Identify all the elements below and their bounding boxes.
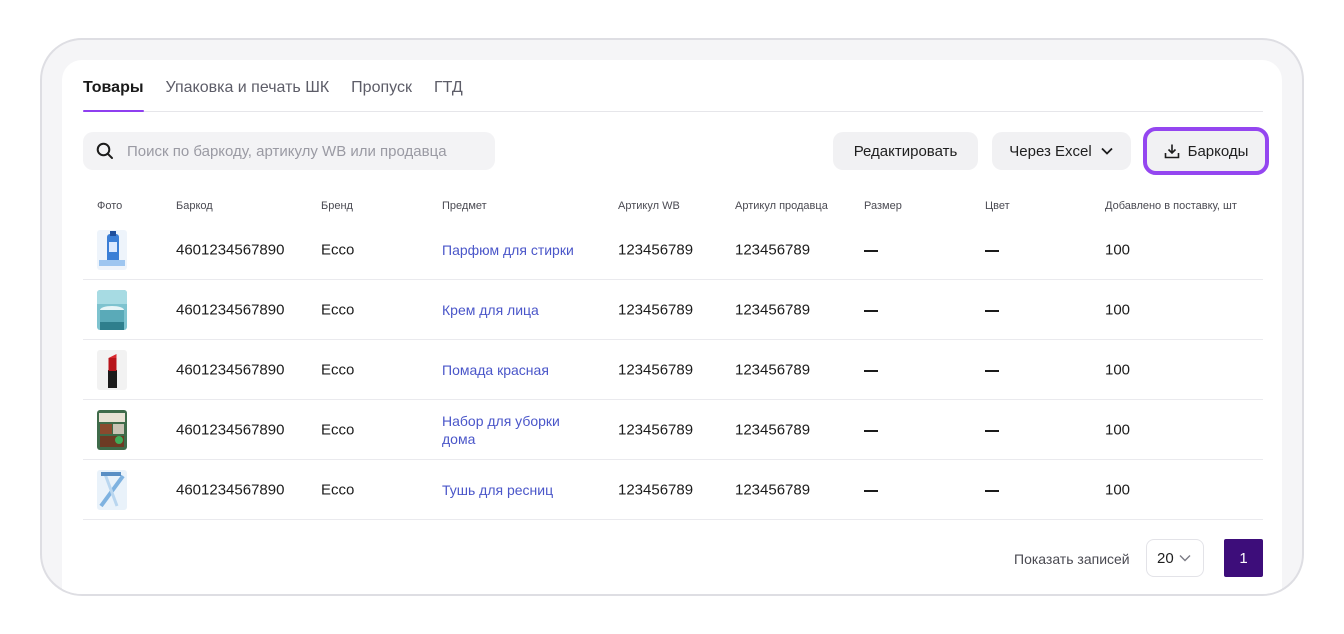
cell-article-seller: 123456789 [735,421,811,438]
cell-color-empty [985,369,999,372]
cell-size-empty [864,429,878,432]
product-photo [97,289,127,330]
chevron-down-icon [1178,551,1192,565]
cell-article-seller: 123456789 [735,481,811,498]
cell-barcode: 4601234567890 [176,421,285,438]
col-qty: Добавлено в поставку, шт [1105,200,1237,212]
cell-article-seller: 123456789 [735,301,811,318]
tabs-bar: Товары Упаковка и печать ШК Пропуск ГТД [83,60,1263,112]
page-size-select[interactable]: 20 [1146,539,1204,577]
cell-article-seller: 123456789 [735,241,811,258]
page-size-label: Показать записей [1014,551,1130,567]
product-photo [97,409,127,450]
cell-brand: Ecco [321,481,355,498]
col-barcode: Баркод [176,200,213,212]
cell-color-empty [985,309,999,312]
tab-gtd[interactable]: ГТД [434,59,463,111]
supply-card: Товары Упаковка и печать ШК Пропуск ГТД … [62,60,1282,594]
cell-qty: 100 [1105,241,1131,258]
tab-goods[interactable]: Товары [83,59,144,112]
cell-brand: Ecco [321,241,355,258]
col-photo: Фото [97,200,123,212]
cell-article-wb: 123456789 [618,241,694,258]
search-placeholder: Поиск по баркоду, артикулу WB или продав… [127,142,447,160]
tab-pass[interactable]: Пропуск [351,59,412,111]
product-photo [97,229,127,270]
cell-barcode: 4601234567890 [176,301,285,318]
cell-barcode: 4601234567890 [176,241,285,258]
search-input[interactable]: Поиск по баркоду, артикулу WB или продав… [83,132,495,170]
col-size: Размер [864,200,902,212]
table-header: Фото Баркод Бренд Предмет Артикул WB Арт… [83,200,1263,220]
cell-qty: 100 [1105,361,1131,378]
cell-subject-link[interactable]: Парфюм для стирки [442,241,592,259]
table-row[interactable]: 4601234567890 Ecco Тушь для ресниц 12345… [83,460,1263,520]
cell-size-empty [864,369,878,372]
table-row[interactable]: 4601234567890 Ecco Помада красная 123456… [83,340,1263,400]
col-subject: Предмет [442,200,487,212]
barcodes-label: Баркоды [1187,142,1249,160]
cell-subject-link[interactable]: Крем для лица [442,301,592,319]
download-icon [1164,143,1180,159]
table-row[interactable]: 4601234567890 Ecco Крем для лица 1234567… [83,280,1263,340]
product-photo [97,349,127,390]
page-button-current[interactable]: 1 [1224,539,1263,577]
cell-color-empty [985,489,999,492]
cell-subject-link[interactable]: Тушь для ресниц [442,481,592,499]
cell-color-empty [985,249,999,252]
product-photo [97,469,127,510]
cell-barcode: 4601234567890 [176,361,285,378]
cell-qty: 100 [1105,421,1131,438]
cell-color-empty [985,429,999,432]
cell-article-wb: 123456789 [618,361,694,378]
tab-packing[interactable]: Упаковка и печать ШК [166,59,330,111]
page-size-value: 20 [1157,549,1174,567]
cell-article-wb: 123456789 [618,301,694,318]
barcodes-download-button[interactable]: Баркоды [1143,127,1269,175]
table-row[interactable]: 4601234567890 Ecco Набор для уборки дома… [83,400,1263,460]
excel-dropdown-button[interactable]: Через Excel [992,132,1131,170]
table-row[interactable]: 4601234567890 Ecco Парфюм для стирки 123… [83,220,1263,280]
cell-size-empty [864,309,878,312]
cell-size-empty [864,249,878,252]
col-color: Цвет [985,200,1010,212]
cell-size-empty [864,489,878,492]
excel-label: Через Excel [1009,142,1092,160]
cell-subject-link[interactable]: Помада красная [442,361,592,379]
edit-button[interactable]: Редактировать [833,132,978,170]
cell-brand: Ecco [321,361,355,378]
cell-article-seller: 123456789 [735,361,811,378]
cell-subject-link[interactable]: Набор для уборки дома [442,412,592,448]
cell-brand: Ecco [321,421,355,438]
cell-barcode: 4601234567890 [176,481,285,498]
search-icon [95,141,115,161]
screen-frame: Товары Упаковка и печать ШК Пропуск ГТД … [40,38,1304,596]
cell-qty: 100 [1105,301,1131,318]
col-article-wb: Артикул WB [618,200,680,212]
cell-brand: Ecco [321,301,355,318]
chevron-down-icon [1100,144,1114,158]
col-article-seller: Артикул продавца [735,200,828,212]
cell-article-wb: 123456789 [618,421,694,438]
cell-article-wb: 123456789 [618,481,694,498]
col-brand: Бренд [321,200,353,212]
cell-qty: 100 [1105,481,1131,498]
